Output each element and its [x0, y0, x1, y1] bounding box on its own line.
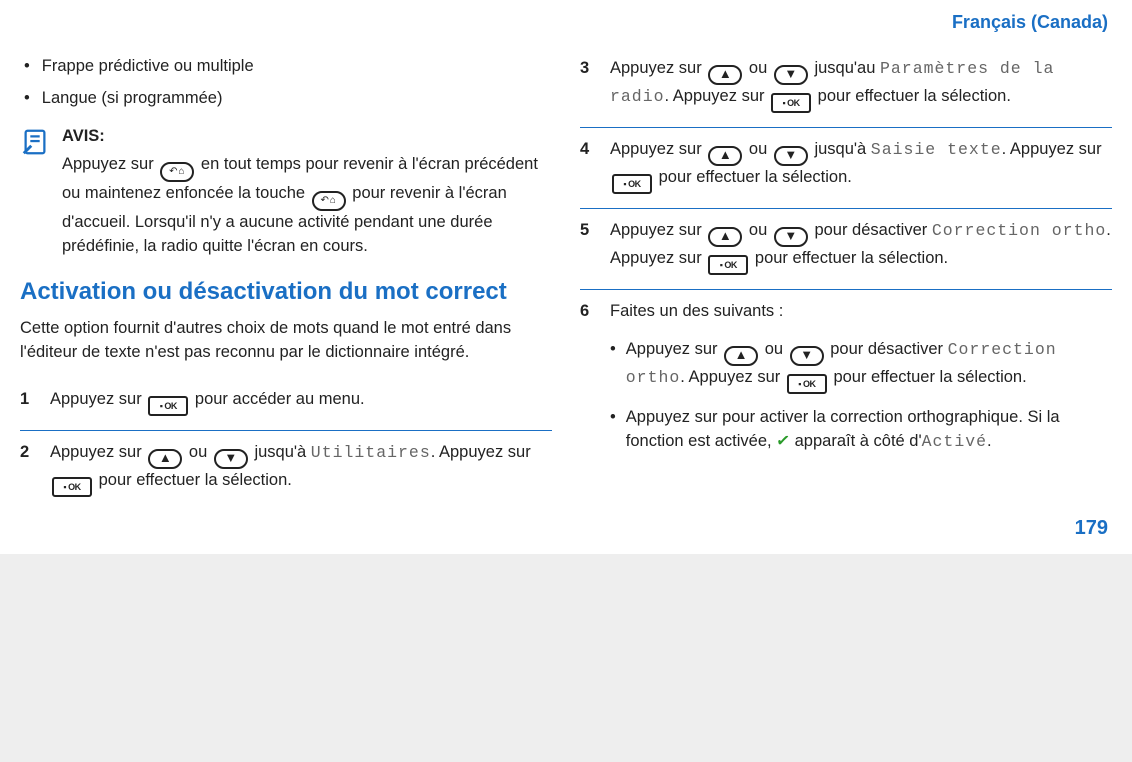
s4-ou: ou — [749, 140, 772, 158]
s1a: Appuyez sur — [50, 390, 146, 408]
b1d: pour effectuer la sélection. — [833, 368, 1026, 386]
avis-text: Appuyez sur ↶⌂ en tout temps pour reveni… — [62, 153, 552, 259]
s3c: . Appuyez sur — [665, 87, 770, 105]
down-key-icon: ▼ — [214, 449, 248, 469]
bullet-frappe: Frappe prédictive ou multiple — [24, 51, 552, 83]
s3a: Appuyez sur — [610, 59, 706, 77]
bullet-langue: Langue (si programmée) — [24, 83, 552, 115]
s1b: pour accéder au menu. — [195, 390, 365, 408]
up-key-icon: ▲ — [708, 65, 742, 85]
step-6: 6 Faites un des suivants : Appuyez sur ▲… — [580, 290, 1112, 474]
b1b: pour désactiver — [830, 340, 947, 358]
step-num: 3 — [580, 57, 598, 113]
s4a: Appuyez sur — [610, 140, 706, 158]
avis-1a: Appuyez sur — [62, 155, 158, 173]
ok-key-icon: ▪ OK — [612, 174, 652, 194]
ok-key-icon: ▪ OK — [771, 93, 811, 113]
code-saisie: Saisie texte — [871, 140, 1002, 159]
step-3: 3 Appuyez sur ▲ ou ▼ jusqu'au Paramètres… — [580, 47, 1112, 128]
b2c: . — [987, 432, 992, 450]
s6-bullet-2: Appuyez sur pour activer la correction o… — [610, 400, 1112, 460]
step-num: 4 — [580, 138, 598, 194]
left-column: Frappe prédictive ou multiple Langue (si… — [20, 47, 552, 511]
s6-bullet-1: Appuyez sur ▲ ou ▼ pour désactiver Corre… — [610, 332, 1112, 400]
s4d: pour effectuer la sélection. — [659, 168, 852, 186]
up-key-icon: ▲ — [148, 449, 182, 469]
s5-ou: ou — [749, 221, 772, 239]
s2b: jusqu'à — [254, 443, 310, 461]
down-key-icon: ▼ — [774, 227, 808, 247]
down-key-icon: ▼ — [790, 346, 824, 366]
avis-title: AVIS: — [62, 125, 552, 149]
s2d: pour effectuer la sélection. — [99, 471, 292, 489]
s3-ou: ou — [749, 59, 772, 77]
b1-ou: ou — [765, 340, 788, 358]
up-key-icon: ▲ — [724, 346, 758, 366]
page-number: 179 — [20, 511, 1112, 540]
step-2: 2 Appuyez sur ▲ ou ▼ jusqu'à Utilitaires… — [20, 431, 552, 511]
down-key-icon: ▼ — [774, 146, 808, 166]
check-icon: ✓ — [775, 429, 792, 455]
step-num: 2 — [20, 441, 38, 497]
back-key-icon: ↶⌂ — [312, 191, 346, 211]
ok-key-icon: ▪ OK — [787, 374, 827, 394]
s2-ou: ou — [189, 443, 212, 461]
ok-key-icon: ▪ OK — [148, 396, 188, 416]
page-header-language: Français (Canada) — [20, 10, 1112, 47]
b2b: apparaît à côté d' — [795, 432, 922, 450]
step-num: 6 — [580, 300, 598, 460]
up-key-icon: ▲ — [708, 227, 742, 247]
s2c: . Appuyez sur — [431, 443, 531, 461]
s4c: . Appuyez sur — [1002, 140, 1102, 158]
code-correction: Correction ortho — [932, 221, 1106, 240]
note-icon — [20, 127, 50, 157]
b1c: . Appuyez sur — [680, 368, 785, 386]
b1a: Appuyez sur — [626, 340, 722, 358]
ok-key-icon: ▪ OK — [52, 477, 92, 497]
step-4: 4 Appuyez sur ▲ ou ▼ jusqu'à Saisie text… — [580, 128, 1112, 209]
ok-key-icon: ▪ OK — [708, 255, 748, 275]
s4b: jusqu'à — [814, 140, 870, 158]
step-1: 1 Appuyez sur ▪ OK pour accéder au menu. — [20, 378, 552, 431]
s3d: pour effectuer la sélection. — [818, 87, 1011, 105]
code-utilitaires: Utilitaires — [311, 443, 431, 462]
s3b: jusqu'au — [814, 59, 880, 77]
s5a: Appuyez sur — [610, 221, 706, 239]
down-key-icon: ▼ — [774, 65, 808, 85]
step-num: 1 — [20, 388, 38, 416]
step-5: 5 Appuyez sur ▲ ou ▼ pour désactiver Cor… — [580, 209, 1112, 290]
s6-intro: Faites un des suivants : — [610, 300, 1112, 324]
right-column: 3 Appuyez sur ▲ ou ▼ jusqu'au Paramètres… — [580, 47, 1112, 511]
section-heading: Activation ou désactivation du mot corre… — [20, 277, 552, 307]
back-key-icon: ↶⌂ — [160, 162, 194, 182]
s2a: Appuyez sur — [50, 443, 146, 461]
s5b: pour désactiver — [814, 221, 931, 239]
s5d: pour effectuer la sélection. — [755, 249, 948, 267]
section-intro: Cette option fournit d'autres choix de m… — [20, 317, 552, 365]
avis-notice: AVIS: Appuyez sur ↶⌂ en tout temps pour … — [20, 125, 552, 259]
step-num: 5 — [580, 219, 598, 275]
code-active: Activé — [922, 432, 987, 451]
up-key-icon: ▲ — [708, 146, 742, 166]
